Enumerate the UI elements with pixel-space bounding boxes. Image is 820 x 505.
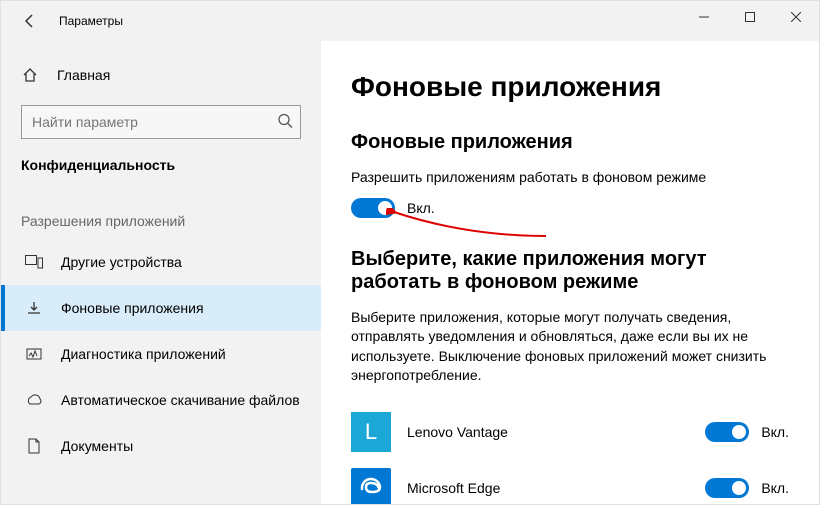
search-wrap xyxy=(21,105,301,139)
download-icon xyxy=(25,300,43,316)
sidebar-section: Конфиденциальность xyxy=(1,157,321,173)
app-toggle-edge[interactable] xyxy=(705,478,749,498)
devices-icon xyxy=(25,255,43,269)
master-toggle-label: Вкл. xyxy=(407,200,435,216)
section-heading-1: Фоновые приложения xyxy=(351,131,789,154)
close-icon xyxy=(791,12,801,22)
section-desc-1: Разрешить приложениям работать в фоновом… xyxy=(351,168,781,188)
sidebar-item-label: Диагностика приложений xyxy=(61,346,226,362)
minimize-icon xyxy=(699,12,709,22)
window-controls xyxy=(681,1,819,33)
maximize-icon xyxy=(745,12,755,22)
search-icon xyxy=(277,113,293,132)
maximize-button[interactable] xyxy=(727,1,773,33)
sidebar-item-label: Фоновые приложения xyxy=(61,300,204,316)
sidebar-item-label: Автоматическое скачивание файлов xyxy=(61,392,300,408)
search-input[interactable] xyxy=(21,105,301,139)
section-desc-2: Выберите приложения, которые могут получ… xyxy=(351,308,781,386)
home-label: Главная xyxy=(57,67,110,83)
app-row-lenovo: L Lenovo Vantage Вкл. xyxy=(351,404,789,460)
sidebar-item-documents[interactable]: Документы xyxy=(1,423,321,469)
app-name: Lenovo Vantage xyxy=(407,424,689,440)
master-toggle[interactable] xyxy=(351,198,395,218)
back-arrow-icon xyxy=(22,13,38,29)
app-toggle-lenovo[interactable] xyxy=(705,422,749,442)
sidebar-item-background-apps[interactable]: Фоновые приложения xyxy=(1,285,321,331)
section-heading-2: Выберите, какие приложения могут работат… xyxy=(351,248,789,294)
home-nav[interactable]: Главная xyxy=(1,55,321,95)
minimize-button[interactable] xyxy=(681,1,727,33)
sidebar-item-label: Документы xyxy=(61,438,133,454)
sidebar-group: Разрешения приложений xyxy=(1,213,321,229)
diagnostics-icon xyxy=(25,346,43,362)
sidebar-item-other-devices[interactable]: Другие устройства xyxy=(1,239,321,285)
page-title: Фоновые приложения xyxy=(351,71,789,103)
cloud-icon xyxy=(25,393,43,407)
sidebar-item-auto-downloads[interactable]: Автоматическое скачивание файлов xyxy=(1,377,321,423)
app-toggle-label: Вкл. xyxy=(761,424,789,440)
window-title: Параметры xyxy=(59,14,123,28)
close-button[interactable] xyxy=(773,1,819,33)
app-name: Microsoft Edge xyxy=(407,480,689,496)
document-icon xyxy=(25,438,43,454)
sidebar: Главная Конфиденциальность Разрешения пр… xyxy=(1,41,321,504)
master-toggle-row: Вкл. xyxy=(351,198,789,218)
app-icon-lenovo: L xyxy=(351,412,391,452)
back-button[interactable] xyxy=(19,10,41,32)
content: Фоновые приложения Фоновые приложения Ра… xyxy=(321,41,819,504)
home-icon xyxy=(21,67,39,83)
sidebar-item-app-diagnostics[interactable]: Диагностика приложений xyxy=(1,331,321,377)
app-row-edge: Microsoft Edge Вкл. xyxy=(351,460,789,504)
app-toggle-label: Вкл. xyxy=(761,480,789,496)
app-icon-edge xyxy=(351,468,391,504)
sidebar-item-label: Другие устройства xyxy=(61,254,182,270)
